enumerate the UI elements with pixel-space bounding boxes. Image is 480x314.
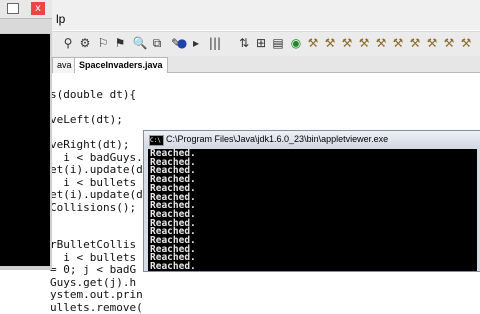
hammer-icon[interactable]: ⚒ (407, 35, 423, 51)
sort-icon[interactable]: ⇅ (236, 35, 252, 51)
hammer-icon[interactable]: ⚒ (322, 35, 338, 51)
close-button[interactable]: x (31, 2, 45, 15)
console-title: C:\Program Files\Java\jdk1.6.0_23\bin\ap… (166, 134, 389, 144)
hammer-icon[interactable]: ⚒ (305, 35, 321, 51)
hammer-icon[interactable]: ⚒ (424, 35, 440, 51)
hammer-icon[interactable]: ⚒ (339, 35, 355, 51)
tab-previous-file[interactable]: ava (52, 57, 77, 73)
hammer-icon[interactable]: ⚒ (441, 35, 457, 51)
globe-icon[interactable]: ◉ (288, 35, 304, 51)
hammer-icon[interactable]: ⚒ (458, 35, 474, 51)
hammer-icon[interactable]: ⚒ (390, 35, 406, 51)
editor-tabs: ava SpaceInvaders.java (50, 56, 480, 73)
console-icon: C:\ (149, 135, 164, 146)
menu-bar: lp (50, 0, 480, 30)
tools-icon[interactable]: ⚙ (77, 35, 93, 51)
window-icon (7, 3, 19, 14)
left-window-toolbar (0, 19, 52, 33)
grid-icon[interactable]: ⊞ (253, 35, 269, 51)
tab-spaceinvaders[interactable]: SpaceInvaders.java (74, 57, 168, 73)
hammer-icon[interactable]: ⚒ (373, 35, 389, 51)
replace-icon[interactable]: ⚑ (112, 35, 128, 51)
left-window-content (0, 34, 50, 266)
table-icon[interactable]: ▤ (270, 35, 286, 51)
console-output[interactable]: Reached. Reached. Reached. Reached. Reac… (148, 149, 477, 271)
hammer-icon[interactable]: ⚒ (356, 35, 372, 51)
search-icon[interactable]: 🔍 (132, 35, 148, 51)
menu-help[interactable]: lp (56, 12, 65, 26)
debug-icon[interactable]: ||| (200, 35, 230, 51)
console-window: C:\ C:\Program Files\Java\jdk1.6.0_23\bi… (143, 130, 480, 272)
console-output-text: Reached. Reached. Reached. Reached. Reac… (150, 149, 196, 271)
find-icon[interactable]: ⚐ (95, 35, 111, 51)
goto-icon[interactable]: ⧉ (149, 35, 165, 51)
code-text: s(double dt){ veLeft(dt); veRight(dt); i… (50, 88, 143, 314)
left-window-titlebar: x (0, 0, 52, 19)
format-icon[interactable]: ⚲ (60, 35, 76, 51)
left-window: x (0, 0, 52, 270)
console-titlebar[interactable]: C:\ C:\Program Files\Java\jdk1.6.0_23\bi… (144, 131, 480, 148)
toolbar: ⚲ ⚙ ⚐ ⚑ 🔍 ⧉ ✎ ● ▸ ||| ⇅ ⊞ ▤ ◉ ⚒ ⚒ ⚒ ⚒ ⚒ … (50, 31, 480, 57)
